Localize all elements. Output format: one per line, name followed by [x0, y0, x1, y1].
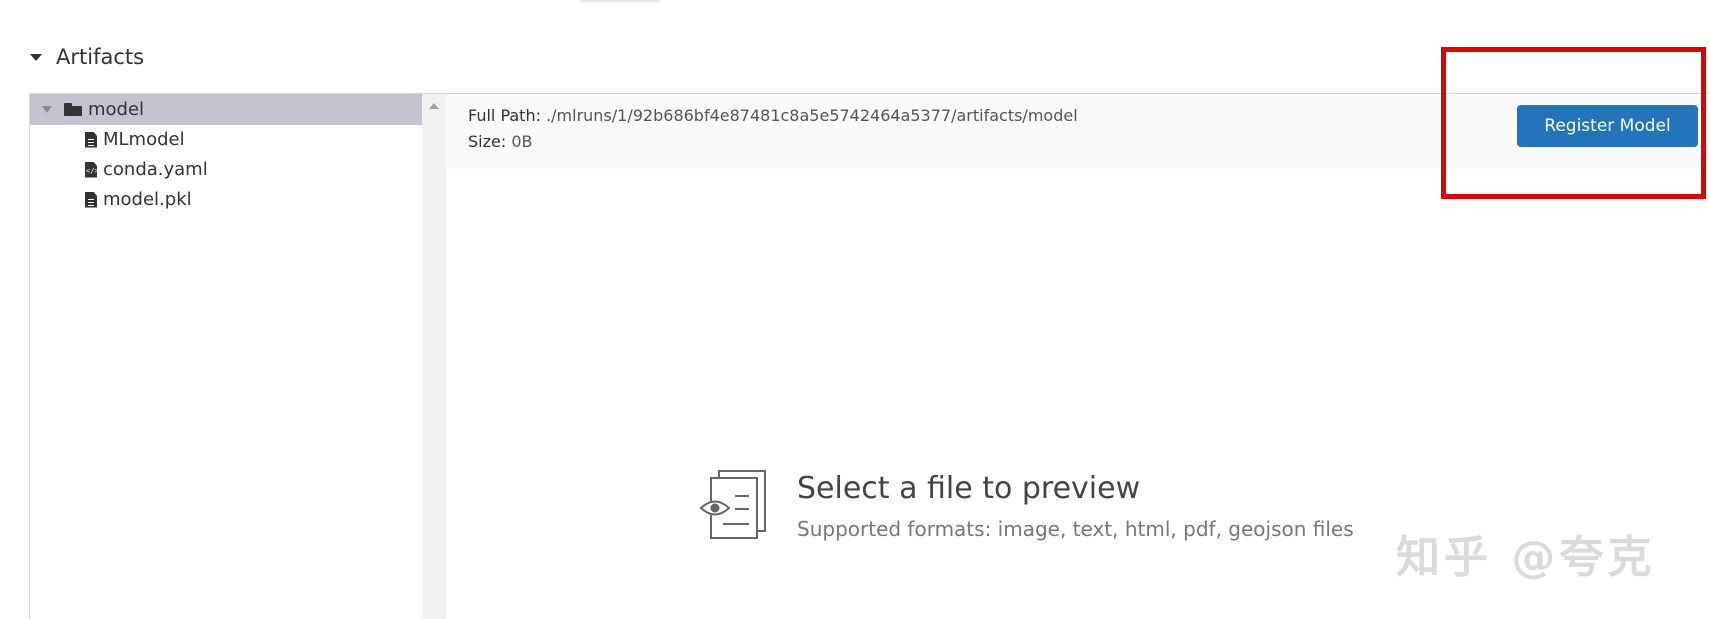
expand-caret-icon[interactable] — [42, 106, 52, 113]
file-preview-icon — [699, 470, 766, 539]
full-path-value: ./mlruns/1/92b686bf4e87481c8a5e5742464a5… — [546, 106, 1078, 125]
file-code-icon: </> — [85, 161, 97, 178]
watermark: 知乎 @夸克 — [1396, 532, 1656, 583]
artifact-tree: model MLmodel </> conda.yaml model.pkl — [30, 94, 422, 619]
full-path-label: Full Path: — [468, 106, 541, 125]
tree-item-label: model — [88, 99, 145, 120]
tree-scrollbar[interactable] — [422, 94, 446, 619]
empty-state-subtitle: Supported formats: image, text, html, pd… — [797, 517, 1354, 541]
size-label: Size: — [468, 132, 507, 151]
tree-item-mlmodel[interactable]: MLmodel — [85, 124, 185, 155]
tree-item-label: MLmodel — [103, 129, 185, 150]
full-path: Full Path: ./mlruns/1/92b686bf4e87481c8a… — [468, 106, 1078, 125]
scroll-up-arrow-icon[interactable] — [429, 103, 439, 109]
section-title: Artifacts — [56, 45, 145, 69]
tree-item-label: conda.yaml — [103, 159, 208, 180]
tree-item-conda-yaml[interactable]: </> conda.yaml — [85, 154, 208, 185]
empty-state-title: Select a file to preview — [797, 471, 1141, 506]
preview-empty-state: Select a file to preview Supported forma… — [699, 469, 1354, 545]
artifacts-section-toggle[interactable]: Artifacts — [30, 42, 144, 72]
size-value: 0B — [511, 132, 533, 151]
folder-icon — [64, 103, 82, 116]
tree-item-label: model.pkl — [103, 189, 192, 210]
caret-down-icon — [30, 53, 42, 61]
highlight-annotation — [1441, 47, 1706, 199]
file-text-icon — [85, 131, 97, 148]
tree-item-model-pkl[interactable]: model.pkl — [85, 184, 192, 215]
top-tab-indicator — [580, 0, 660, 2]
artifact-size: Size: 0B — [468, 132, 532, 151]
file-text-icon — [85, 191, 97, 208]
tree-item-model-folder[interactable]: model — [30, 94, 422, 125]
